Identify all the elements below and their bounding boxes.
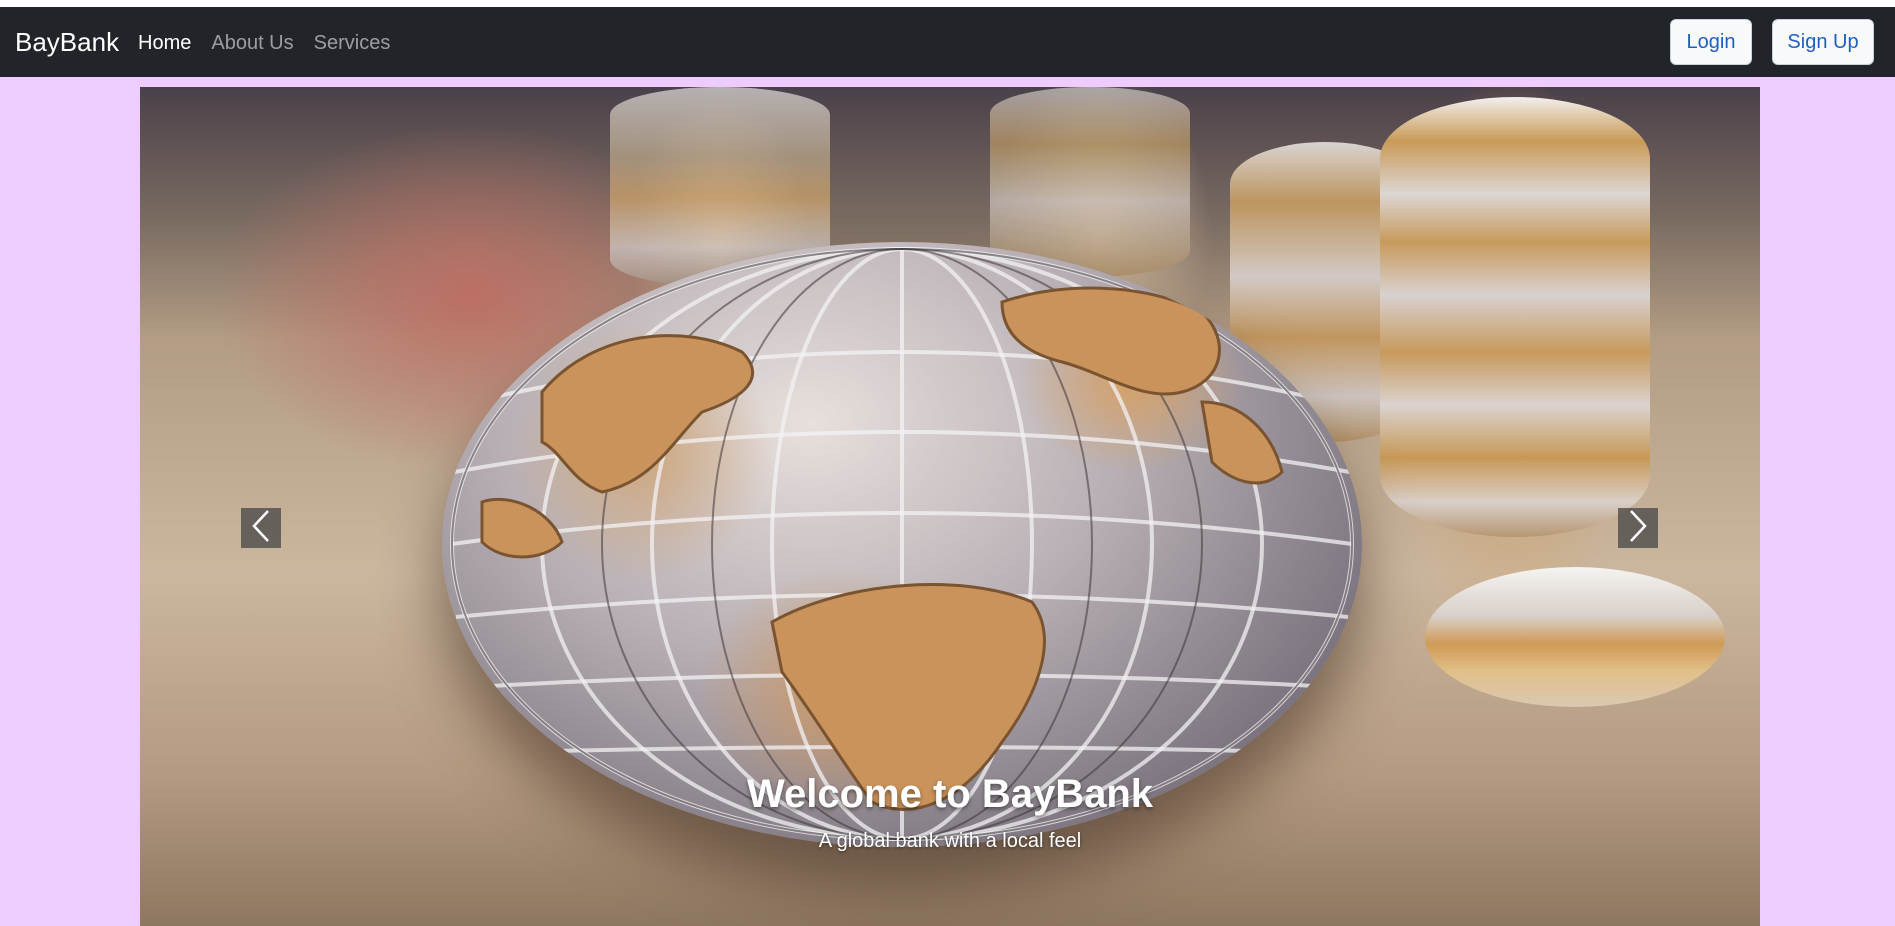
carousel-next-button[interactable] xyxy=(1618,508,1658,548)
nav-link-about-us[interactable]: About Us xyxy=(211,32,293,54)
brand-logo[interactable]: BayBank xyxy=(15,27,119,57)
chevron-left-icon xyxy=(250,509,272,548)
nav-links: Home About Us Services xyxy=(138,32,390,54)
sign-up-button[interactable]: Sign Up xyxy=(1772,19,1874,65)
top-strip xyxy=(0,0,1895,7)
hero-subtitle: A global bank with a local feel xyxy=(818,830,1082,852)
globe-image xyxy=(442,242,1362,847)
coin-stack-image xyxy=(1425,567,1725,707)
login-button[interactable]: Login xyxy=(1670,19,1752,65)
hero-title: Welcome to BayBank xyxy=(746,772,1154,816)
navbar: BayBank Home About Us Services Login Sig… xyxy=(0,7,1895,77)
chevron-right-icon xyxy=(1627,509,1649,548)
nav-link-home[interactable]: Home xyxy=(138,32,191,54)
coin-stack-image xyxy=(1380,97,1650,537)
carousel-prev-button[interactable] xyxy=(241,508,281,548)
nav-link-services[interactable]: Services xyxy=(314,32,391,54)
hero-carousel: Welcome to BayBank A global bank with a … xyxy=(140,87,1760,926)
